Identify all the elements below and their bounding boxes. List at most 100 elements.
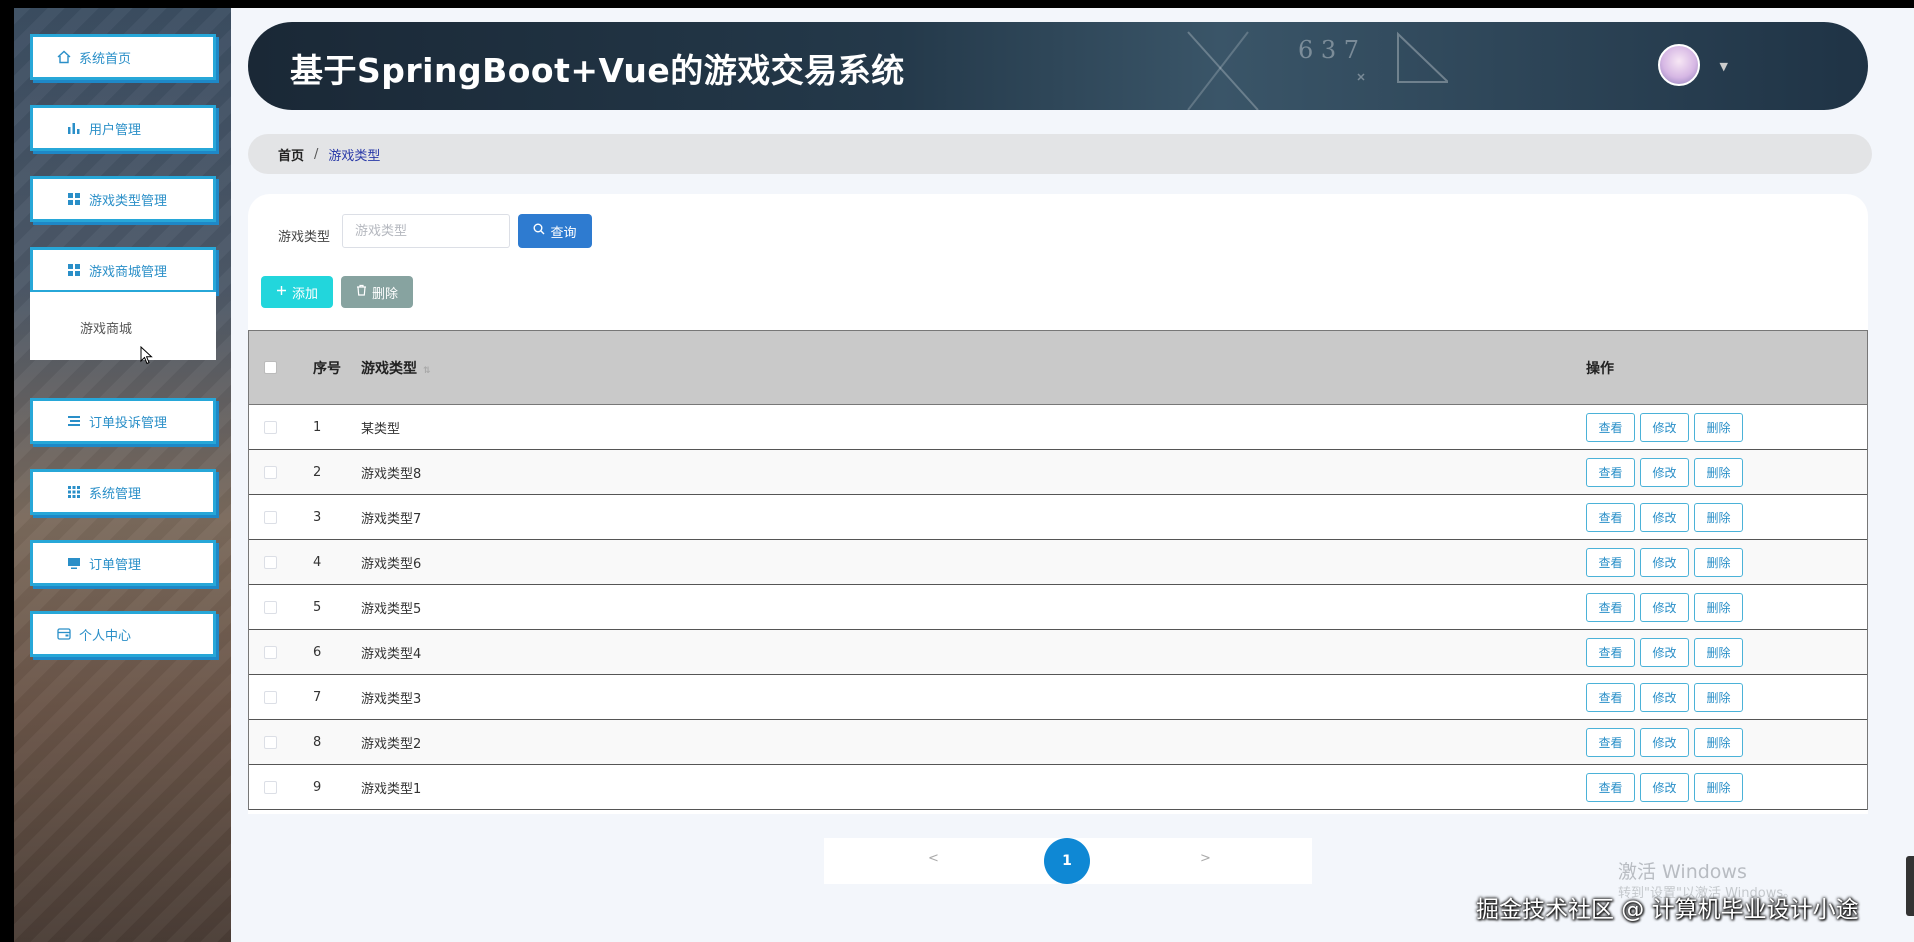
sort-icon[interactable]: ⇅: [423, 366, 431, 376]
game-type-table: 序号 游戏类型 ⇅ 操作 1 某类型 查看 修改 删除 2 游戏类型8 查看 修改 删除 3 游戏类型7…: [248, 330, 1868, 810]
sidebar: 系统首页 用户管理 游戏类型管理 游戏商城管理 游戏商城 订单投诉管理 系统管理…: [14, 8, 231, 942]
row-checkbox[interactable]: [264, 600, 277, 614]
sidebar-item-system[interactable]: 系统管理: [30, 469, 216, 515]
row-checkbox[interactable]: [264, 555, 277, 569]
query-button[interactable]: 查询: [518, 214, 592, 248]
activate-windows-title: 激活 Windows: [1618, 861, 1747, 883]
column-header-type[interactable]: 游戏类型 ⇅: [361, 358, 431, 378]
grid-icon: [67, 192, 81, 206]
sidebar-item-orders[interactable]: 订单管理: [30, 540, 216, 586]
edit-button[interactable]: 修改: [1640, 412, 1689, 442]
sidebar-item-label: 个人中心: [79, 628, 132, 644]
add-button[interactable]: 添加: [261, 276, 333, 308]
delete-button[interactable]: 删除: [1694, 412, 1743, 442]
edit-button[interactable]: 修改: [1640, 592, 1689, 622]
row-index: 3: [313, 509, 322, 525]
row-actions: 查看 修改 删除: [1586, 727, 1743, 757]
delete-button[interactable]: 删除: [1694, 592, 1743, 622]
plus-icon: [276, 285, 287, 300]
pagination-next-button[interactable]: >: [1200, 851, 1211, 866]
bulk-delete-button[interactable]: 删除: [341, 276, 413, 308]
search-input[interactable]: [342, 214, 510, 248]
app-title: 基于SpringBoot+Vue的游戏交易系统: [290, 51, 905, 90]
row-checkbox[interactable]: [264, 510, 277, 524]
row-actions: 查看 修改 删除: [1586, 457, 1743, 487]
column-header-index: 序号: [313, 360, 341, 377]
breadcrumb-home[interactable]: 首页: [278, 145, 304, 164]
delete-button[interactable]: 删除: [1694, 502, 1743, 532]
delete-button[interactable]: 删除: [1694, 547, 1743, 577]
sidebar-item-label: 游戏类型管理: [89, 193, 168, 209]
row-game-type: 游戏类型3: [361, 691, 422, 707]
edit-button[interactable]: 修改: [1640, 637, 1689, 667]
row-game-type: 游戏类型4: [361, 646, 422, 662]
row-checkbox[interactable]: [264, 420, 277, 434]
delete-button[interactable]: 删除: [1694, 727, 1743, 757]
edit-button[interactable]: 修改: [1640, 727, 1689, 757]
edit-button[interactable]: 修改: [1640, 547, 1689, 577]
row-checkbox[interactable]: [264, 690, 277, 704]
breadcrumb-separator: /: [314, 146, 319, 162]
column-header-operations: 操作: [1586, 360, 1614, 377]
table-body: 1 某类型 查看 修改 删除 2 游戏类型8 查看 修改 删除 3 游戏类型7 查看 修改 删除 4 游戏类型6…: [249, 405, 1867, 810]
row-checkbox[interactable]: [264, 780, 277, 794]
sidebar-item-label: 订单投诉管理: [89, 415, 168, 431]
sidebar-subitem-game-store[interactable]: 游戏商城: [30, 292, 216, 360]
row-game-type: 游戏类型8: [361, 466, 422, 482]
sidebar-item-label: 订单管理: [89, 557, 142, 573]
app-window: 系统首页 用户管理 游戏类型管理 游戏商城管理 游戏商城 订单投诉管理 系统管理…: [14, 8, 1914, 942]
delete-button[interactable]: 删除: [1694, 637, 1743, 667]
pagination-prev-button[interactable]: <: [928, 851, 939, 866]
view-button[interactable]: 查看: [1586, 547, 1635, 577]
row-game-type: 游戏类型6: [361, 556, 422, 572]
edit-button[interactable]: 修改: [1640, 682, 1689, 712]
pagination: < 1 >: [824, 838, 1312, 884]
sidebar-item-home[interactable]: 系统首页: [30, 34, 216, 80]
sidebar-item-game-store[interactable]: 游戏商城管理: [30, 247, 216, 293]
top-header: 6 3 7 基于SpringBoot+Vue的游戏交易系统 ▼: [248, 22, 1868, 110]
sidebar-item-complaints[interactable]: 订单投诉管理: [30, 398, 216, 444]
view-button[interactable]: 查看: [1586, 412, 1635, 442]
table-row: 5 游戏类型5 查看 修改 删除: [249, 585, 1867, 630]
delete-button-label: 删除: [371, 286, 398, 302]
sidebar-item-game-types[interactable]: 游戏类型管理: [30, 176, 216, 222]
edit-button[interactable]: 修改: [1640, 457, 1689, 487]
table-row: 9 游戏类型1 查看 修改 删除: [249, 765, 1867, 810]
delete-button[interactable]: 删除: [1694, 772, 1743, 802]
sidebar-item-users[interactable]: 用户管理: [30, 105, 216, 151]
search-icon: [533, 223, 545, 239]
pagination-page-1[interactable]: 1: [1044, 838, 1090, 884]
bar-chart-icon: [67, 121, 81, 135]
mouse-cursor-icon: [140, 345, 154, 370]
sidebar-item-profile[interactable]: 个人中心: [30, 611, 216, 657]
edit-button[interactable]: 修改: [1640, 772, 1689, 802]
breadcrumb-current: 游戏类型: [328, 148, 381, 164]
avatar[interactable]: [1658, 44, 1700, 86]
delete-button[interactable]: 删除: [1694, 457, 1743, 487]
row-checkbox[interactable]: [264, 645, 277, 659]
sidebar-subitem-label: 游戏商城: [80, 322, 133, 337]
view-button[interactable]: 查看: [1586, 727, 1635, 757]
view-button[interactable]: 查看: [1586, 457, 1635, 487]
search-label: 游戏类型: [278, 230, 331, 245]
row-index: 9: [313, 779, 322, 795]
chevron-down-icon[interactable]: ▼: [1720, 60, 1728, 73]
view-button[interactable]: 查看: [1586, 502, 1635, 532]
list-icon: [67, 414, 81, 428]
view-button[interactable]: 查看: [1586, 772, 1635, 802]
view-button[interactable]: 查看: [1586, 592, 1635, 622]
query-button-label: 查询: [550, 225, 577, 241]
main-card: 游戏类型 查询 添加 删除 序号 游戏类型 ⇅ 操作: [248, 194, 1868, 814]
view-button[interactable]: 查看: [1586, 682, 1635, 712]
svg-text:6 3 7: 6 3 7: [1298, 36, 1359, 64]
row-index: 4: [313, 554, 322, 570]
view-button[interactable]: 查看: [1586, 637, 1635, 667]
row-checkbox[interactable]: [264, 465, 277, 479]
edit-button[interactable]: 修改: [1640, 502, 1689, 532]
select-all-checkbox[interactable]: [264, 361, 277, 374]
delete-button[interactable]: 删除: [1694, 682, 1743, 712]
table-row: 4 游戏类型6 查看 修改 删除: [249, 540, 1867, 585]
row-checkbox[interactable]: [264, 735, 277, 749]
row-actions: 查看 修改 删除: [1586, 547, 1743, 577]
row-index: 2: [313, 464, 322, 480]
